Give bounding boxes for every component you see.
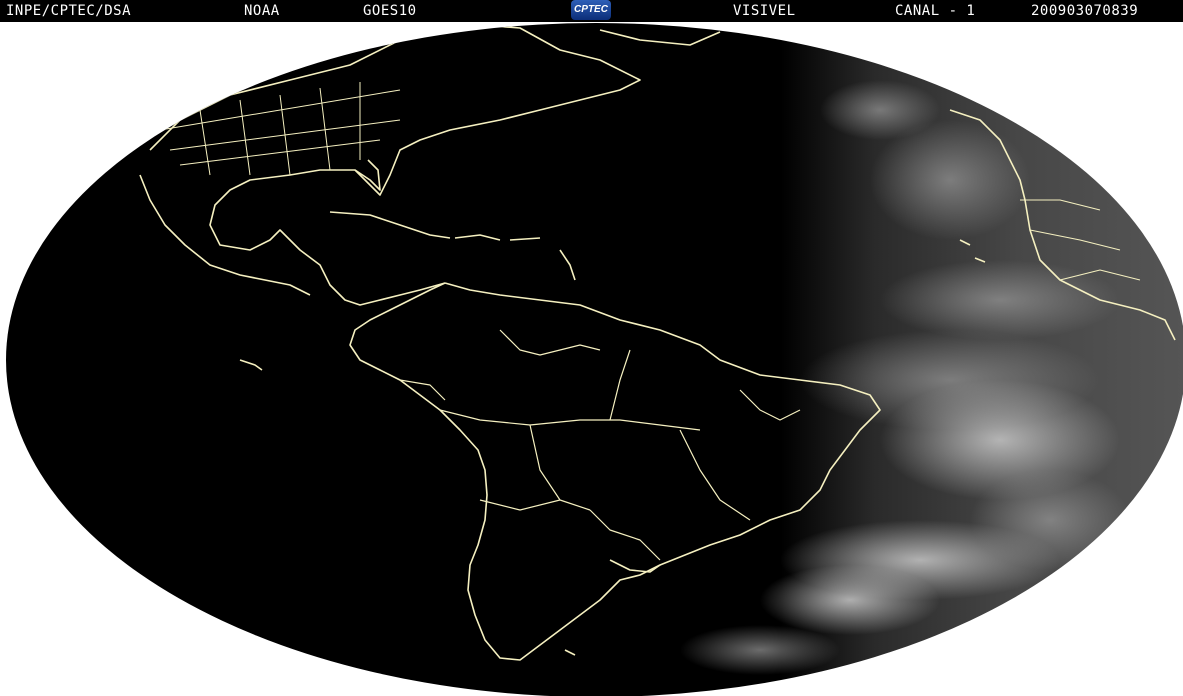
cptec-logo: CPTEC <box>571 0 611 20</box>
band-label: VISIVEL <box>733 3 796 19</box>
source-label: INPE/CPTEC/DSA <box>6 3 132 19</box>
satellite-label: GOES10 <box>363 3 417 19</box>
earth-disk <box>6 23 1183 696</box>
timestamp-label: 200903070839 <box>1031 3 1139 19</box>
header-bar: INPE/CPTEC/DSA NOAA GOES10 CPTEC VISIVEL… <box>0 0 1183 22</box>
satellite-map <box>6 23 1183 696</box>
channel-label: CANAL - 1 <box>895 3 976 19</box>
satellite-image <box>0 22 1183 696</box>
agency-label: NOAA <box>244 3 280 19</box>
